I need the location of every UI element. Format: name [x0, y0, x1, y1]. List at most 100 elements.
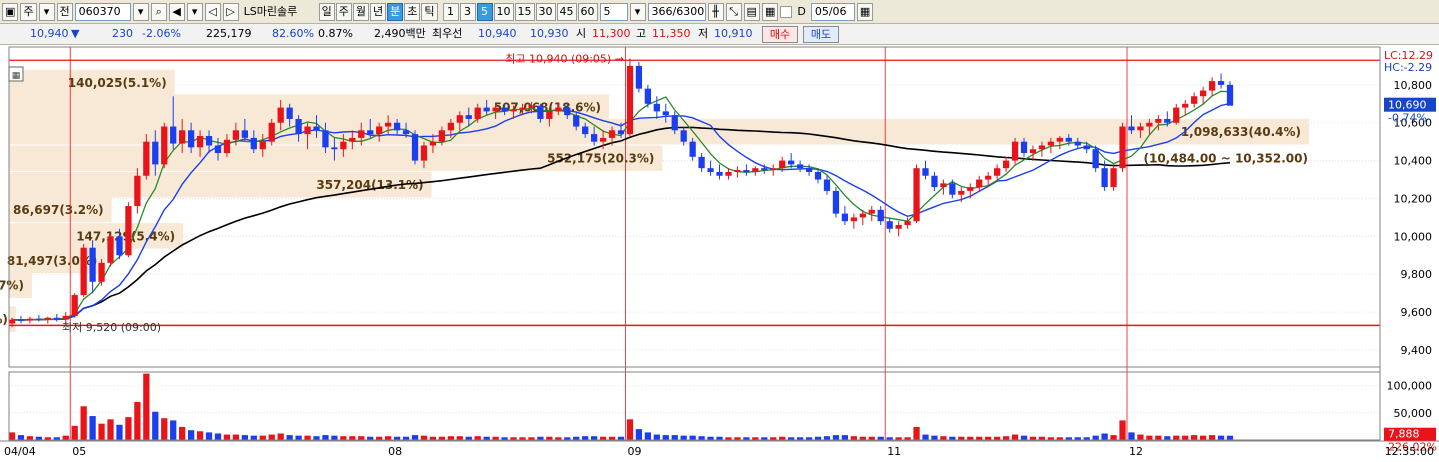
- interval-button-45[interactable]: 45: [556, 2, 577, 21]
- buy-button[interactable]: 매수: [762, 26, 798, 43]
- speaker-icon[interactable]: ◀: [168, 2, 185, 21]
- chart-toolbar: ▣ 주 ▾ 전 060370 ▾ ⌕ ◀ ▾ ◁ ▷ LS마린솔루 일주월년분초…: [0, 0, 1439, 24]
- candle-body: [841, 213, 849, 222]
- candle-body: [877, 209, 884, 222]
- save-icon[interactable]: ▤: [743, 2, 760, 21]
- volume-bar: [474, 436, 481, 440]
- candle-body: [349, 137, 356, 142]
- interval-button-30[interactable]: 30: [535, 2, 556, 21]
- volume-bar: [420, 435, 428, 440]
- volume-badge-label: 7,888: [1388, 428, 1420, 441]
- volume: 225,179: [206, 27, 252, 40]
- candle-settings-icon[interactable]: ╫: [707, 2, 724, 21]
- period-button-6[interactable]: 틱: [421, 2, 438, 21]
- candle-body: [967, 187, 974, 191]
- volume-bar: [644, 432, 652, 440]
- candle-body: [205, 135, 213, 146]
- speaker-dropdown-icon[interactable]: ▾: [186, 2, 203, 21]
- candle-body: [223, 139, 231, 154]
- stock-code-input[interactable]: 060370: [74, 2, 131, 21]
- volume-bar: [931, 435, 938, 440]
- candle-body: [528, 105, 535, 108]
- volume-bar: [635, 429, 643, 440]
- interval-button-10[interactable]: 10: [493, 2, 514, 21]
- volume-bar: [1137, 434, 1144, 440]
- interval-button-60[interactable]: 60: [577, 2, 598, 21]
- period-button-4[interactable]: 분: [387, 2, 404, 21]
- volume-bar: [152, 411, 159, 440]
- volume-bar: [295, 435, 302, 440]
- period-select[interactable]: 주: [20, 2, 37, 21]
- candle-body: [322, 130, 329, 148]
- interval-button-1[interactable]: 1: [442, 2, 459, 21]
- candle-body: [599, 137, 607, 142]
- code-dropdown-icon[interactable]: ▾: [132, 2, 149, 21]
- candle-body: [1173, 107, 1180, 123]
- volume-bar: [313, 436, 320, 440]
- candle-body: [295, 118, 302, 135]
- period-button-0[interactable]: 일: [318, 2, 335, 21]
- volume-bar: [1128, 432, 1135, 440]
- interval-button-5[interactable]: 5: [476, 2, 493, 21]
- candle-body: [689, 141, 696, 157]
- candle-body: [116, 236, 123, 256]
- trading-amount: 2,490백만: [374, 27, 426, 40]
- prev-stock-icon[interactable]: ◁: [204, 2, 221, 21]
- candle-body: [286, 107, 293, 119]
- candle-body: [250, 137, 257, 150]
- period-button-1[interactable]: 주: [335, 2, 352, 21]
- price-tick-label: 10,000: [1394, 230, 1433, 243]
- candle-body: [823, 179, 831, 191]
- candle-body: [277, 107, 284, 123]
- calendar-icon[interactable]: ▦: [856, 2, 874, 21]
- period-button-5[interactable]: 초: [404, 2, 421, 21]
- candle-body: [1092, 149, 1099, 169]
- interval-button-3[interactable]: 3: [459, 2, 476, 21]
- volume-bar: [582, 436, 589, 440]
- candle-body: [1164, 118, 1171, 123]
- volume-bar: [80, 406, 87, 440]
- ask-price: 10,940: [478, 27, 517, 40]
- interval-buttons: 1 3 5 10 15 30 45 60: [442, 2, 598, 21]
- volume-tick-label: 50,000: [1394, 407, 1433, 420]
- low-marker-label: 최저 9,520 (09:00): [62, 321, 161, 334]
- candle-body: [340, 141, 347, 150]
- sell-button[interactable]: 매도: [803, 26, 839, 43]
- d-checkbox[interactable]: [780, 5, 793, 18]
- candle-body: [71, 295, 78, 316]
- volume-bar: [98, 423, 105, 440]
- candle-body: [1119, 126, 1126, 169]
- candle-body: [537, 105, 544, 119]
- interval-button-15[interactable]: 15: [514, 2, 535, 21]
- interval-dropdown-icon[interactable]: ▾: [629, 2, 646, 21]
- volume-bar: [241, 435, 248, 440]
- period-dropdown-icon[interactable]: ▾: [38, 2, 55, 21]
- chart-type-icon[interactable]: ▣: [2, 2, 19, 21]
- candle-body: [26, 318, 34, 321]
- candle-body: [761, 168, 768, 171]
- candle-body: [814, 171, 822, 180]
- candle-body: [358, 130, 365, 138]
- candle-body: [501, 107, 508, 112]
- candle-body: [214, 145, 222, 154]
- date-input[interactable]: 05/06: [810, 2, 855, 21]
- svg-text:▦: ▦: [12, 71, 21, 81]
- interval-input[interactable]: 5: [599, 2, 628, 21]
- market-select[interactable]: 전: [56, 2, 73, 21]
- period-button-2[interactable]: 월: [352, 2, 370, 21]
- volume-profile-label: 5,777(0.2%): [0, 313, 8, 327]
- candle-body: [196, 135, 204, 148]
- search-icon[interactable]: ⌕: [150, 2, 167, 21]
- volume-bar: [223, 434, 231, 440]
- print-icon[interactable]: ▦: [761, 2, 779, 21]
- next-stock-icon[interactable]: ▷: [222, 2, 239, 21]
- price-chart: 5,777(0.2%)19,374(0.7%)81,497(3.0%)147,1…: [0, 45, 1439, 462]
- period-button-3[interactable]: 년: [370, 2, 387, 21]
- hc-label: HC:-2.29: [1384, 61, 1432, 74]
- volume-bar: [1164, 436, 1171, 440]
- candle-body: [644, 88, 652, 104]
- candle-body: [1065, 137, 1072, 142]
- line-tool-icon[interactable]: ⤡: [725, 2, 742, 21]
- candle-body: [850, 217, 857, 222]
- bar-count-input[interactable]: 366/6300: [647, 2, 706, 21]
